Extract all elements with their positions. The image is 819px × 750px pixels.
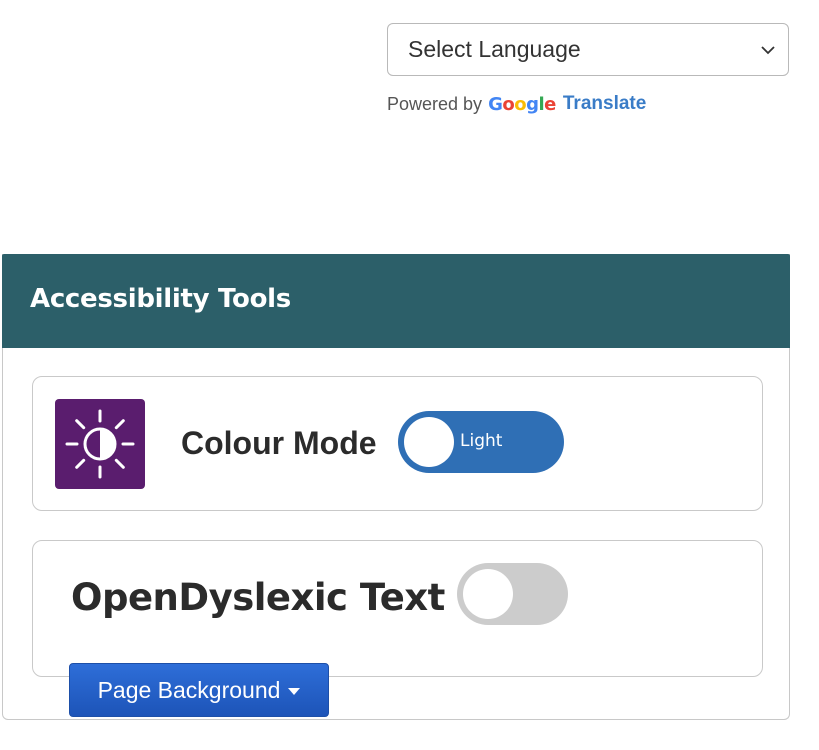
google-letter: G: [488, 93, 503, 115]
google-logo[interactable]: Google: [488, 94, 556, 115]
page-background-button[interactable]: Page Background: [69, 663, 329, 717]
toggle-knob: [463, 569, 513, 619]
accessibility-panel-title: Accessibility Tools: [30, 284, 291, 314]
powered-by-google-translate: Powered by Google Translate: [387, 92, 646, 116]
dyslexic-text-label: OpenDyslexic Text: [71, 576, 445, 619]
language-select[interactable]: Select Language: [387, 23, 789, 76]
caret-down-icon: [288, 687, 301, 695]
colour-mode-label: Colour Mode: [181, 425, 377, 461]
google-letter: o: [502, 93, 515, 115]
contrast-sun-icon: [55, 399, 145, 489]
google-letter: e: [544, 93, 556, 115]
accessibility-panel: Accessibility Tools Colour Mode Light Op…: [2, 254, 790, 720]
powered-by-label: Powered by: [387, 93, 483, 114]
colour-mode-state: Light: [460, 431, 503, 451]
chevron-down-icon: [761, 46, 775, 55]
accessibility-panel-header: Accessibility Tools: [2, 254, 790, 348]
google-letter: o: [514, 93, 527, 115]
toggle-knob: [404, 417, 454, 467]
page-background-label: Page Background: [97, 676, 281, 703]
dyslexic-text-toggle[interactable]: [457, 563, 568, 625]
google-letter: g: [526, 93, 539, 115]
language-select-value: Select Language: [408, 36, 581, 62]
dyslexic-text-card: OpenDyslexic Text: [32, 540, 763, 677]
translate-link[interactable]: Translate: [563, 93, 646, 115]
colour-mode-card: Colour Mode Light: [32, 376, 763, 511]
colour-mode-toggle[interactable]: Light: [398, 411, 564, 473]
